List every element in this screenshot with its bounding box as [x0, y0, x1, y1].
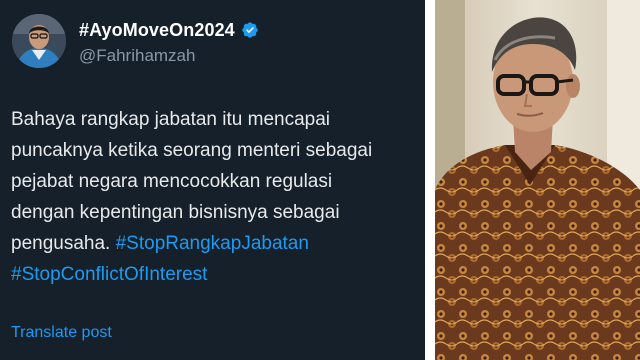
- tweet-text-end: pengusaha.: [11, 233, 111, 254]
- hashtag-link[interactable]: #StopConflictOfInterest: [11, 264, 207, 285]
- tweet-text: Bahaya rangkap jabatan itu mencapai punc…: [11, 104, 423, 290]
- user-handle[interactable]: @Fahrihamzah: [79, 46, 195, 66]
- person-photo: [435, 0, 640, 360]
- tweet-text-line: dengan kepentingan bisnisnya sebagai: [11, 202, 340, 223]
- display-name-row: #AyoMoveOn2024: [79, 18, 259, 42]
- tweet-text-line: puncaknya ketika seorang menteri sebagai: [11, 140, 373, 161]
- display-name[interactable]: #AyoMoveOn2024: [79, 20, 235, 41]
- panel-divider: [425, 0, 435, 360]
- tweet-text-line: Bahaya rangkap jabatan itu mencapai: [11, 109, 331, 130]
- avatar[interactable]: [12, 14, 66, 68]
- tweet-text-line: pengusaha. #StopRangkapJabatan: [11, 228, 423, 259]
- translate-post-link[interactable]: Translate post: [11, 324, 112, 342]
- tweet-card: #AyoMoveOn2024 @Fahrihamzah Bahaya rangk…: [0, 0, 425, 360]
- tweet-text-line: pejabat negara mencocokkan regulasi: [11, 171, 333, 192]
- verified-badge-icon: [241, 21, 259, 39]
- hashtag-link[interactable]: #StopRangkapJabatan: [116, 233, 309, 254]
- tweet-text-line: #StopConflictOfInterest: [11, 259, 423, 290]
